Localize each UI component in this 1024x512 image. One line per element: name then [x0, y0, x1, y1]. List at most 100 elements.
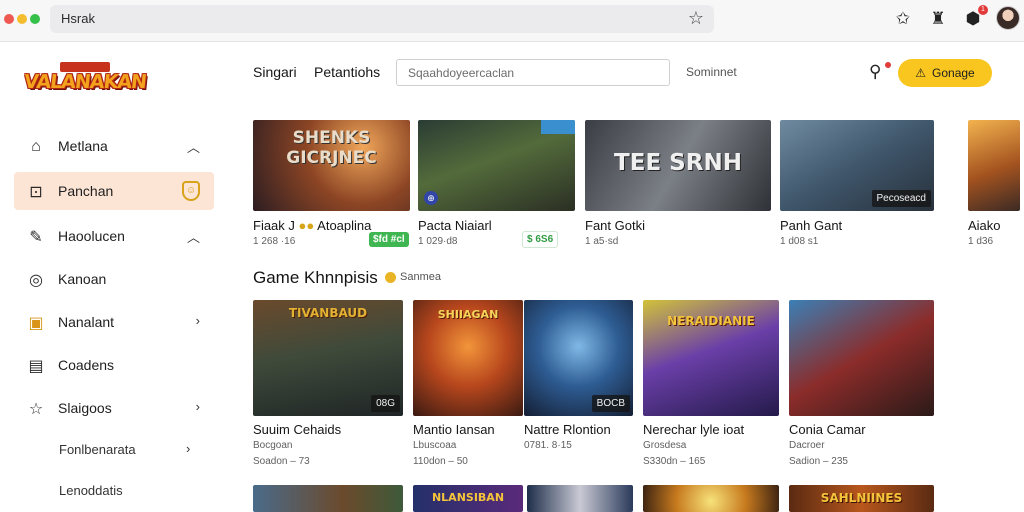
nav-link-singari[interactable]: Singari [253, 64, 297, 80]
game-thumbnail[interactable] [527, 485, 633, 512]
game-card[interactable]: SAHLNIINES [789, 485, 934, 512]
game-title: Suuim Cehaids [253, 422, 342, 437]
game-meta: S330dn – 165 [643, 456, 706, 467]
thumbnail-title: TEE SRNH [614, 150, 742, 176]
game-thumbnail[interactable]: SHIIAGAN [413, 300, 523, 416]
section-title: Game Khnnpisis [253, 268, 378, 287]
game-card[interactable]: Conia Camar Dacroer Sadion – 235 [789, 300, 934, 470]
game-thumbnail[interactable]: TEE SRNH [585, 120, 771, 211]
game-card[interactable]: SHIIAGAN Mantio Iansan Lbuscoaa 110don –… [413, 300, 523, 470]
nav-meta-text[interactable]: Sominnet [686, 65, 737, 79]
game-title: Pacta Niaiarl [418, 218, 492, 233]
bookmark-icon: ⊡ [29, 184, 43, 201]
thumbnail-title: SAHLNIINES [820, 491, 903, 505]
pin-icon[interactable]: ✩ [892, 8, 914, 30]
sidebar-item-nanalant[interactable]: ▣ Nanalant › [14, 303, 214, 341]
card-tag: BOCB [591, 395, 630, 412]
card-tag: Pecoseacd [871, 190, 931, 207]
game-meta: Soadon – 73 [253, 456, 310, 467]
game-thumbnail[interactable] [643, 485, 779, 512]
game-thumbnail[interactable]: ⊕ [418, 120, 575, 211]
coin-icon: ●● [298, 218, 315, 233]
chevron-up-icon: ︿ [186, 230, 200, 245]
address-bar[interactable]: Hsrak ☆ [50, 5, 714, 33]
game-meta: 1 d08 s1 [780, 236, 819, 247]
disc-icon: ◎ [29, 272, 43, 289]
sidebar-item-label: Slaigoos [58, 400, 112, 416]
game-thumbnail[interactable] [968, 120, 1020, 211]
notifications-icon[interactable]: ⬢ 1 [962, 5, 988, 30]
game-card[interactable] [253, 485, 403, 512]
game-meta: 1 d36 [968, 236, 994, 247]
maximize-window-button[interactable] [30, 14, 40, 24]
sidebar-item-coadens[interactable]: ▤ Coadens [14, 346, 214, 384]
sidebar-item-metlana[interactable]: ⌂ Metlana ︿ [14, 127, 214, 165]
game-title: Conia Camar [789, 422, 866, 437]
card-tag: 08G [371, 395, 400, 412]
game-thumbnail[interactable] [253, 485, 403, 512]
game-card[interactable] [527, 485, 633, 512]
sidebar-item-haoolucen[interactable]: ✎ Haoolucen ︿ [14, 217, 214, 255]
search-input[interactable] [398, 61, 668, 84]
game-thumbnail[interactable]: SHENKS GICRJNEC [253, 120, 410, 211]
game-subtitle: Bocgoan [253, 440, 293, 451]
game-thumbnail[interactable]: NERAIDIANIE [643, 300, 779, 416]
info-icon: ▣ [28, 315, 44, 332]
site-logo[interactable]: VALANAKAN [22, 62, 148, 108]
game-thumbnail[interactable]: TIVANBAUD 08G [253, 300, 403, 416]
game-title: Mantio Iansan [413, 422, 495, 437]
game-card[interactable]: ⊕ Pacta Niaiarl 1 029·d8 $ 6S6 [418, 120, 575, 250]
extensions-icon[interactable]: ♜ [927, 8, 949, 30]
thumbnail-title: NERAIDIANIE [667, 314, 755, 328]
sidebar-subitem-fonlbenarata[interactable]: Fonlbenarata [59, 442, 136, 457]
game-card[interactable]: BOCB Nattre Rlontion 0781. 8·15 [524, 300, 633, 470]
close-window-button[interactable] [4, 14, 14, 24]
browser-toolbar: Hsrak ☆ ✩ ♜ ⬢ 1 [0, 0, 1024, 42]
sidebar-item-label: Haoolucen [58, 228, 125, 244]
game-card[interactable]: NLANSIBAN [413, 485, 523, 512]
game-card[interactable]: Aiako 1 d36 [968, 120, 1020, 250]
section-tag[interactable]: Sanmea [385, 271, 441, 283]
game-title: Panh Gant [780, 218, 843, 233]
sidebar-item-kanoan[interactable]: ◎ Kanoan [14, 260, 214, 298]
game-thumbnail[interactable]: SAHLNIINES [789, 485, 934, 512]
game-thumbnail[interactable]: Pecoseacd [780, 120, 934, 211]
cta-button[interactable]: ⚠ Gonage [898, 59, 992, 87]
sidebar-item-label: Coadens [58, 357, 115, 373]
minimize-window-button[interactable] [17, 14, 27, 24]
sidebar-item-panchan[interactable]: ⊡ Panchan ☺ [14, 172, 214, 210]
game-card[interactable] [643, 485, 779, 512]
alert-dot [885, 62, 891, 68]
avatar[interactable] [996, 6, 1020, 30]
sidebar-item-label: Metlana [58, 138, 108, 154]
game-title: Aiako [968, 218, 1001, 233]
game-card[interactable]: NERAIDIANIE Nerechar lyle ioat Grosdesa … [643, 300, 779, 470]
search-icon[interactable]: ⚲ [869, 62, 891, 82]
bookmark-star-icon[interactable]: ☆ [688, 8, 704, 29]
thumbnail-title: SHENKS GICRJNEC [286, 128, 377, 168]
chevron-up-icon: ︿ [186, 140, 200, 155]
pen-icon: ✎ [29, 229, 43, 246]
nav-link-petantiohs[interactable]: Petantiohs [314, 64, 380, 80]
game-thumbnail[interactable]: BOCB [524, 300, 633, 416]
game-subtitle: Grosdesa [643, 440, 687, 451]
game-thumbnail[interactable] [789, 300, 934, 416]
home-icon: ⌂ [31, 138, 41, 155]
sidebar-item-slaigoos[interactable]: ☆ Slaigoos › [14, 389, 214, 427]
logo-text: VALANAKAN [22, 71, 148, 93]
game-title: Nerechar lyle ioat [643, 422, 745, 437]
game-card[interactable]: Pecoseacd Panh Gant 1 d08 s1 [780, 120, 934, 250]
address-text: Hsrak [61, 11, 95, 26]
game-card[interactable]: TEE SRNH Fant Gotki 1 a5·sd [585, 120, 771, 250]
chevron-right-icon: › [195, 313, 200, 328]
coin-icon [385, 271, 396, 283]
chevron-right-icon: › [195, 399, 200, 414]
game-card[interactable]: TIVANBAUD 08G Suuim Cehaids Bocgoan Soad… [253, 300, 403, 470]
game-card[interactable]: SHENKS GICRJNEC Fiaak J ●● Atoaplina 1 2… [253, 120, 410, 250]
search-box [396, 59, 670, 86]
star-icon: ☆ [28, 401, 44, 418]
game-thumbnail[interactable]: NLANSIBAN [413, 485, 523, 512]
game-title: Nattre Rlontion [524, 422, 611, 437]
sidebar-subitem-lenoddatis[interactable]: Lenoddatis [59, 483, 123, 498]
thumbnail-title: NLANSIBAN [431, 491, 505, 504]
